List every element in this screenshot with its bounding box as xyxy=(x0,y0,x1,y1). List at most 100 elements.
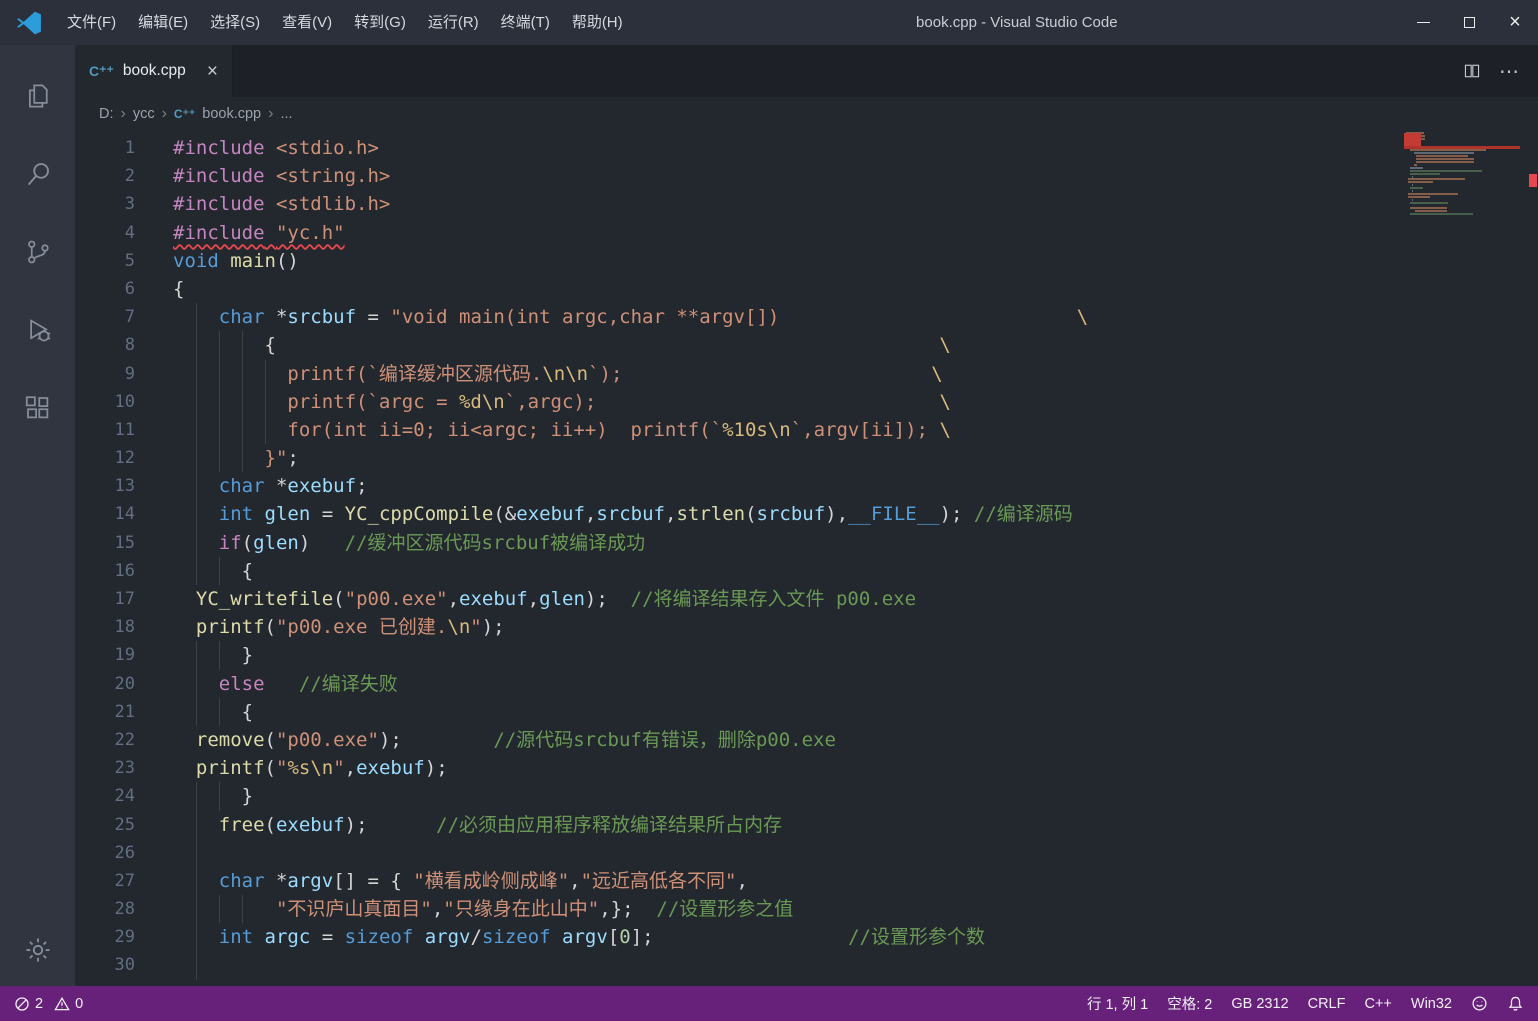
menu-item[interactable]: 终端(T) xyxy=(490,0,561,45)
code-line[interactable]: { xyxy=(173,697,1538,726)
code-token: ); xyxy=(344,813,368,836)
indent-guide xyxy=(264,415,266,445)
code-token: / xyxy=(470,926,482,949)
maximize-button[interactable] xyxy=(1446,0,1492,45)
code-line[interactable]: } xyxy=(173,641,1538,670)
breadcrumb-item[interactable]: ycc xyxy=(133,106,155,122)
code-token: //必须由应用程序释放编译结果所占内存 xyxy=(436,813,783,836)
sidebar-item-extensions[interactable] xyxy=(0,369,75,447)
code-line[interactable]: int glen = YC_cppCompile(&exebuf,srcbuf,… xyxy=(173,500,1538,529)
indent-guide xyxy=(195,387,197,416)
indent-guide xyxy=(195,303,197,332)
code-token: 0 xyxy=(619,926,631,949)
code-line[interactable]: void main() xyxy=(173,247,1538,275)
sidebar-item-source-control[interactable] xyxy=(0,213,75,291)
code-token: \ xyxy=(1076,306,1089,329)
code-line[interactable]: printf("%s\n",exebuf); xyxy=(173,754,1538,782)
menu-item[interactable]: 运行(R) xyxy=(417,0,490,45)
line-number: 26 xyxy=(114,842,135,863)
code-line[interactable]: "不识庐山真面目","只缘身在此山中",}; //设置形参之值 xyxy=(173,895,1538,924)
code-token: int xyxy=(218,926,254,949)
tab-book-cpp[interactable]: C⁺⁺ book.cpp × xyxy=(75,45,233,97)
code-line[interactable]: for(int ii=0; ii<argc; ii++) printf(`%10… xyxy=(173,415,1538,445)
code-line[interactable]: #include <string.h> xyxy=(173,162,1538,190)
sidebar-item-explorer[interactable] xyxy=(0,57,75,135)
breadcrumb-item[interactable]: ... xyxy=(280,106,292,122)
code-token: argv xyxy=(562,926,608,949)
code-line[interactable] xyxy=(173,951,1538,980)
overview-ruler[interactable] xyxy=(1528,130,1538,986)
menu-item[interactable]: 编辑(E) xyxy=(127,0,199,45)
minimize-button[interactable] xyxy=(1400,0,1446,45)
breadcrumb-item[interactable]: book.cpp xyxy=(202,106,261,122)
indent-guide xyxy=(195,359,197,388)
menu-item[interactable]: 帮助(H) xyxy=(561,0,634,45)
menu-item[interactable]: 文件(F) xyxy=(56,0,127,45)
code-line[interactable]: int argc = sizeof argv/sizeof argv[0]; /… xyxy=(173,923,1538,952)
eol-sequence[interactable]: CRLF xyxy=(1308,996,1346,1012)
code-token: " xyxy=(275,757,288,780)
code-line[interactable]: #include <stdio.h> xyxy=(173,134,1538,162)
code-line[interactable]: { xyxy=(173,556,1538,585)
menu-item[interactable]: 选择(S) xyxy=(199,0,271,45)
code-token: }" xyxy=(264,447,288,470)
code-token: strlen xyxy=(676,503,746,526)
tab-close-icon[interactable]: × xyxy=(207,62,218,81)
code-line[interactable]: #include <stdlib.h> xyxy=(173,190,1538,218)
indent-guide xyxy=(218,641,220,670)
language-mode[interactable]: C++ xyxy=(1364,996,1391,1012)
code-line[interactable]: printf(`argc = %d\n`,argc); \ xyxy=(173,387,1538,416)
code-line[interactable]: char *argv[] = { "横看成岭侧成峰","远近高低各不同", xyxy=(173,866,1538,896)
code-line[interactable] xyxy=(173,838,1538,867)
sidebar-item-run-debug[interactable] xyxy=(0,291,75,369)
feedback-icon[interactable] xyxy=(1471,995,1488,1012)
code-line[interactable]: { \ xyxy=(173,331,1538,360)
status-bar: 2 0 行 1, 列 1 空格: 2 GB 2312 CRLF C++ Win3… xyxy=(0,986,1538,1021)
code-area[interactable]: #include <stdio.h> #include <string.h> #in… xyxy=(173,134,1538,986)
encoding[interactable]: GB 2312 xyxy=(1231,996,1288,1012)
indent-guide xyxy=(195,866,197,896)
problems-indicator[interactable]: 2 0 xyxy=(14,996,83,1012)
code-token: , xyxy=(569,869,581,892)
code-line[interactable]: #include "yc.h" xyxy=(173,219,1538,247)
sidebar-item-settings[interactable] xyxy=(0,914,75,986)
menu-item[interactable]: 查看(V) xyxy=(271,0,343,45)
code-line[interactable]: if(glen) //缓冲区源代码srcbuf被编译成功 xyxy=(173,528,1538,557)
sidebar-item-search[interactable] xyxy=(0,135,75,213)
code-token: , xyxy=(664,503,677,526)
breadcrumb-item[interactable]: D: xyxy=(99,106,114,122)
line-number: 4 xyxy=(124,222,135,243)
code-line[interactable]: }"; xyxy=(173,444,1538,473)
menu-item[interactable]: 转到(G) xyxy=(343,0,417,45)
split-editor-icon[interactable] xyxy=(1463,62,1481,80)
line-number: 6 xyxy=(124,278,135,299)
indentation[interactable]: 空格: 2 xyxy=(1167,993,1212,1014)
code-line[interactable]: char *exebuf; xyxy=(173,472,1538,501)
cursor-position[interactable]: 行 1, 列 1 xyxy=(1087,993,1148,1014)
code-line[interactable]: char *srcbuf = "void main(int argc,char … xyxy=(173,303,1538,332)
code-line[interactable]: remove("p00.exe"); //源代码srcbuf有错误，删除p00.… xyxy=(173,726,1538,754)
code-line[interactable]: } xyxy=(173,782,1538,811)
code-line[interactable]: YC_writefile("p00.exe",exebuf,glen); //将… xyxy=(173,585,1538,613)
notifications-bell-icon[interactable] xyxy=(1507,995,1524,1012)
code-line[interactable]: printf(`编译缓冲区源代码.\n\n`); \ xyxy=(173,359,1538,388)
code-token: { xyxy=(173,559,254,582)
more-actions-icon[interactable]: ⋯ xyxy=(1499,59,1520,84)
code-line[interactable]: else //编译失败 xyxy=(173,669,1538,698)
code-line[interactable]: { xyxy=(173,275,1538,303)
platform[interactable]: Win32 xyxy=(1411,996,1452,1012)
minimap-line xyxy=(1410,187,1423,190)
minimap-line xyxy=(1410,149,1486,152)
close-button[interactable]: × xyxy=(1492,0,1538,45)
code-token: * xyxy=(264,306,288,329)
code-line[interactable]: free(exebuf); //必须由应用程序释放编译结果所占内存 xyxy=(173,810,1538,839)
vscode-window: 文件(F) 编辑(E) 选择(S) 查看(V) 转到(G) 运行(R) 终端(T) 帮助(H)… xyxy=(0,0,1538,1021)
minimap[interactable] xyxy=(1404,130,1524,230)
code-token: \n\n xyxy=(542,362,589,385)
code-line[interactable]: printf("p00.exe 已创建.\n"); xyxy=(173,613,1538,641)
